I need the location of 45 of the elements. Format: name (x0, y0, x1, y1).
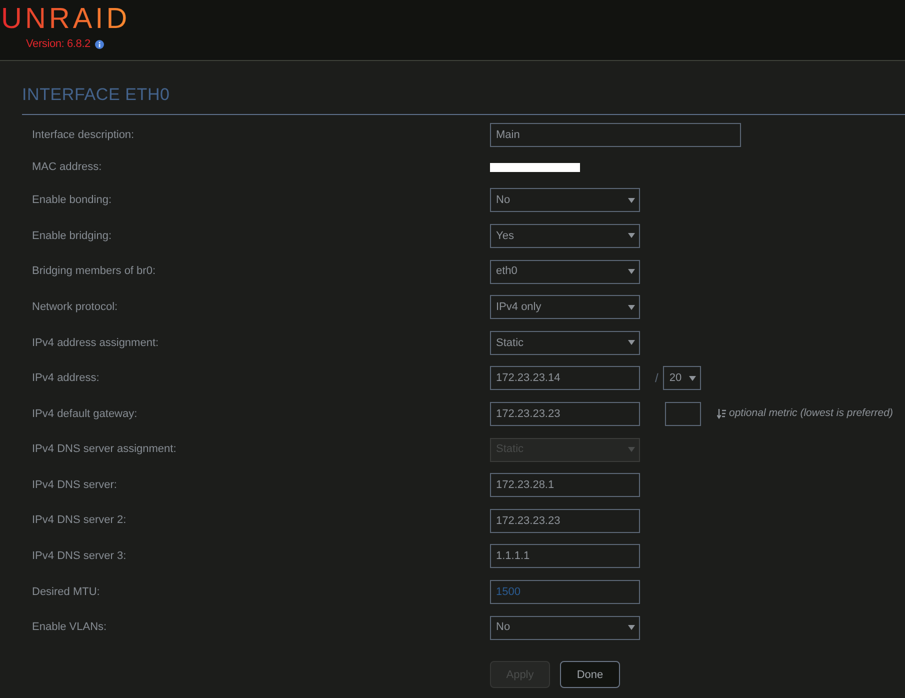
sort-down-icon (717, 408, 726, 419)
text-field[interactable]: Main (490, 122, 741, 147)
field-label: IPv4 DNS server: (32, 478, 118, 493)
dropdown-select[interactable]: No (490, 616, 640, 640)
field-label: IPv4 DNS server 3: (32, 549, 128, 564)
metric-field[interactable] (665, 402, 701, 426)
field-label: MAC address: (32, 160, 103, 176)
caret-icon (628, 198, 635, 203)
action-button[interactable]: Done (560, 661, 620, 688)
version-label: Version: 6.8.2 (26, 37, 90, 51)
text-field[interactable]: 172.23.23.23 (490, 508, 640, 533)
field-label: Enable VLANs: (32, 620, 108, 636)
dropdown-select[interactable]: No (490, 188, 640, 212)
dropdown-select[interactable]: IPv4 only (490, 295, 640, 320)
caret-icon (628, 447, 635, 452)
field-label: IPv4 DNS server assignment: (32, 442, 178, 458)
dropdown-select[interactable]: Static (490, 330, 640, 355)
dropdown-select[interactable]: Yes (490, 224, 640, 248)
field-label: Interface description: (32, 128, 136, 143)
caret-icon (628, 304, 635, 310)
prefix-dropdown[interactable]: 20 (663, 366, 702, 390)
text-field[interactable]: 172.23.28.1 (490, 473, 640, 498)
slash-separator: / (655, 370, 658, 388)
metric-hint: optional metric (lowest is preferred) (729, 406, 893, 422)
caret-icon (628, 340, 635, 346)
field-label: IPv4 address: (32, 371, 100, 386)
section-title: INTERFACE ETH0 (22, 85, 170, 105)
gateway-field[interactable]: 172.23.23.23 (490, 402, 640, 426)
text-field[interactable]: 1.1.1.1 (490, 544, 640, 568)
ip-address-field[interactable]: 172.23.23.14 (490, 366, 640, 390)
text-field[interactable]: 1500 (490, 580, 640, 604)
dropdown-select[interactable]: eth0 (490, 260, 640, 284)
caret-icon (689, 376, 696, 381)
field-label: Enable bridging: (32, 228, 113, 244)
field-label: IPv4 address assignment: (32, 336, 160, 351)
field-label: Enable bonding: (32, 193, 113, 208)
caret-icon (628, 269, 635, 274)
info-icon[interactable] (95, 40, 104, 48)
field-label: Bridging members of br0: (32, 264, 156, 280)
caret-icon (628, 233, 635, 238)
field-label: Desired MTU: (32, 584, 101, 600)
caret-icon (628, 625, 635, 630)
field-label: IPv4 default gateway: (32, 406, 138, 422)
field-label: IPv4 DNS server 2: (32, 513, 128, 528)
field-label: Network protocol: (32, 300, 119, 315)
